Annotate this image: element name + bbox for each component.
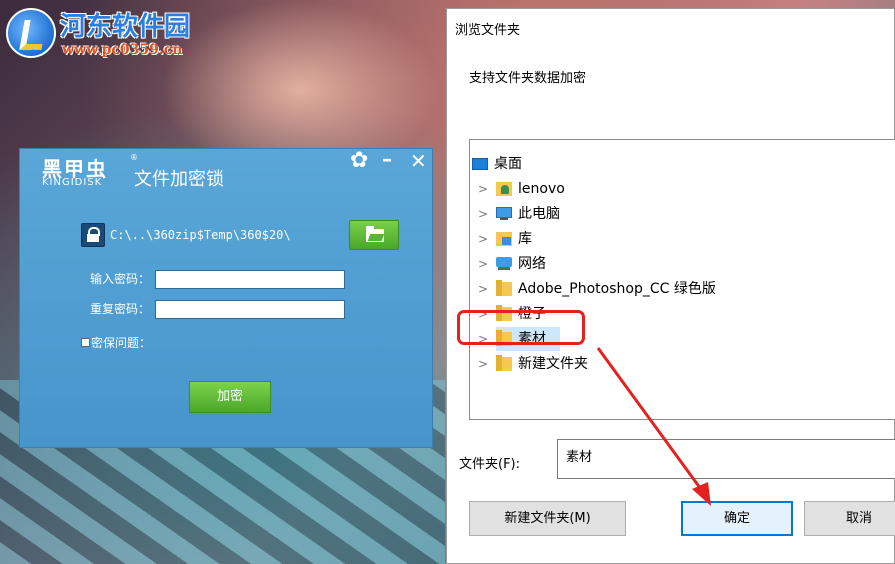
browse-folder-dialog: 浏览文件夹 支持文件夹数据加密 桌面 > lenovo > 此电脑 > 库 > … bbox=[446, 8, 895, 564]
brand-logo: 黑甲虫 ® KINGIDISK bbox=[38, 153, 138, 193]
new-folder-button[interactable]: 新建文件夹(M) bbox=[469, 501, 626, 536]
encrypt-app-window: 黑甲虫 ® KINGIDISK 文件加密锁 ✿ – ✕ C:\..\360zip… bbox=[19, 148, 433, 448]
open-folder-icon bbox=[366, 226, 384, 242]
registered-mark: ® bbox=[130, 153, 138, 162]
security-question-label: 密保问题： bbox=[91, 336, 152, 350]
dialog-description: 支持文件夹数据加密 bbox=[469, 71, 587, 86]
site-watermark: 河东软件园 www.pc0359.cn bbox=[0, 0, 220, 64]
tree-item-network[interactable]: > 网络 bbox=[476, 252, 895, 276]
folder-tree[interactable]: 桌面 > lenovo > 此电脑 > 库 > 网络 > Adobe_Photo… bbox=[469, 139, 895, 420]
watermark-url: www.pc0359.cn bbox=[62, 42, 183, 58]
tree-item-label: 库 bbox=[518, 231, 532, 247]
chevron-right-icon[interactable]: > bbox=[476, 352, 490, 376]
user-folder-icon bbox=[496, 182, 512, 196]
site-logo-icon bbox=[6, 8, 56, 58]
tree-item-desktop[interactable]: 桌面 bbox=[470, 152, 895, 176]
chevron-right-icon[interactable]: > bbox=[476, 202, 490, 226]
security-question-checkbox[interactable] bbox=[81, 338, 90, 347]
tree-item-new-folder[interactable]: > 新建文件夹 bbox=[476, 352, 895, 376]
computer-icon bbox=[496, 207, 512, 220]
tree-item-library[interactable]: > 库 bbox=[476, 227, 895, 251]
settings-gear-icon[interactable]: ✿ bbox=[350, 150, 368, 172]
chevron-right-icon[interactable]: > bbox=[476, 227, 490, 251]
tree-item-label: 桌面 bbox=[494, 156, 522, 172]
chevron-right-icon[interactable]: > bbox=[476, 277, 490, 301]
folder-icon bbox=[496, 280, 512, 296]
desktop-icon bbox=[472, 158, 488, 170]
app-title: 文件加密锁 bbox=[134, 169, 224, 190]
close-icon[interactable]: ✕ bbox=[410, 151, 427, 171]
minimize-icon[interactable]: – bbox=[382, 149, 392, 169]
library-icon bbox=[496, 232, 512, 246]
chevron-right-icon[interactable]: > bbox=[476, 177, 490, 201]
tree-item-label: Adobe_Photoshop_CC 绿色版 bbox=[518, 281, 716, 297]
confirm-password-label: 重复密码： bbox=[89, 302, 150, 316]
highlight-box bbox=[457, 310, 585, 345]
confirm-password-field[interactable] bbox=[155, 300, 345, 319]
folder-field-label: 文件夹(F): bbox=[459, 457, 521, 472]
password-label: 输入密码： bbox=[89, 272, 150, 286]
cancel-button[interactable]: 取消 bbox=[804, 501, 895, 536]
tree-item-adobe-photoshop[interactable]: > Adobe_Photoshop_CC 绿色版 bbox=[476, 277, 895, 301]
brand-subtitle: KINGIDISK bbox=[42, 177, 103, 188]
chevron-right-icon[interactable]: > bbox=[476, 252, 490, 276]
browse-folder-button[interactable] bbox=[349, 220, 399, 250]
tree-item-label: 此电脑 bbox=[518, 206, 560, 222]
watermark-title: 河东软件园 bbox=[60, 12, 191, 42]
password-field[interactable] bbox=[155, 270, 345, 289]
lock-icon bbox=[81, 223, 105, 247]
selected-path: C:\..\360zip$Temp\360$20\ bbox=[110, 228, 291, 242]
dialog-title: 浏览文件夹 bbox=[455, 23, 521, 38]
ok-button[interactable]: 确定 bbox=[681, 501, 793, 536]
network-icon bbox=[496, 257, 512, 270]
tree-item-lenovo[interactable]: > lenovo bbox=[476, 177, 895, 201]
tree-item-label: 新建文件夹 bbox=[518, 356, 588, 372]
tree-item-label: 网络 bbox=[518, 256, 546, 272]
folder-name-field[interactable]: 素材 bbox=[557, 439, 895, 479]
tree-item-this-pc[interactable]: > 此电脑 bbox=[476, 202, 895, 226]
folder-icon bbox=[496, 355, 512, 371]
encrypt-button[interactable]: 加密 bbox=[189, 381, 271, 413]
tree-item-label: lenovo bbox=[518, 181, 565, 197]
